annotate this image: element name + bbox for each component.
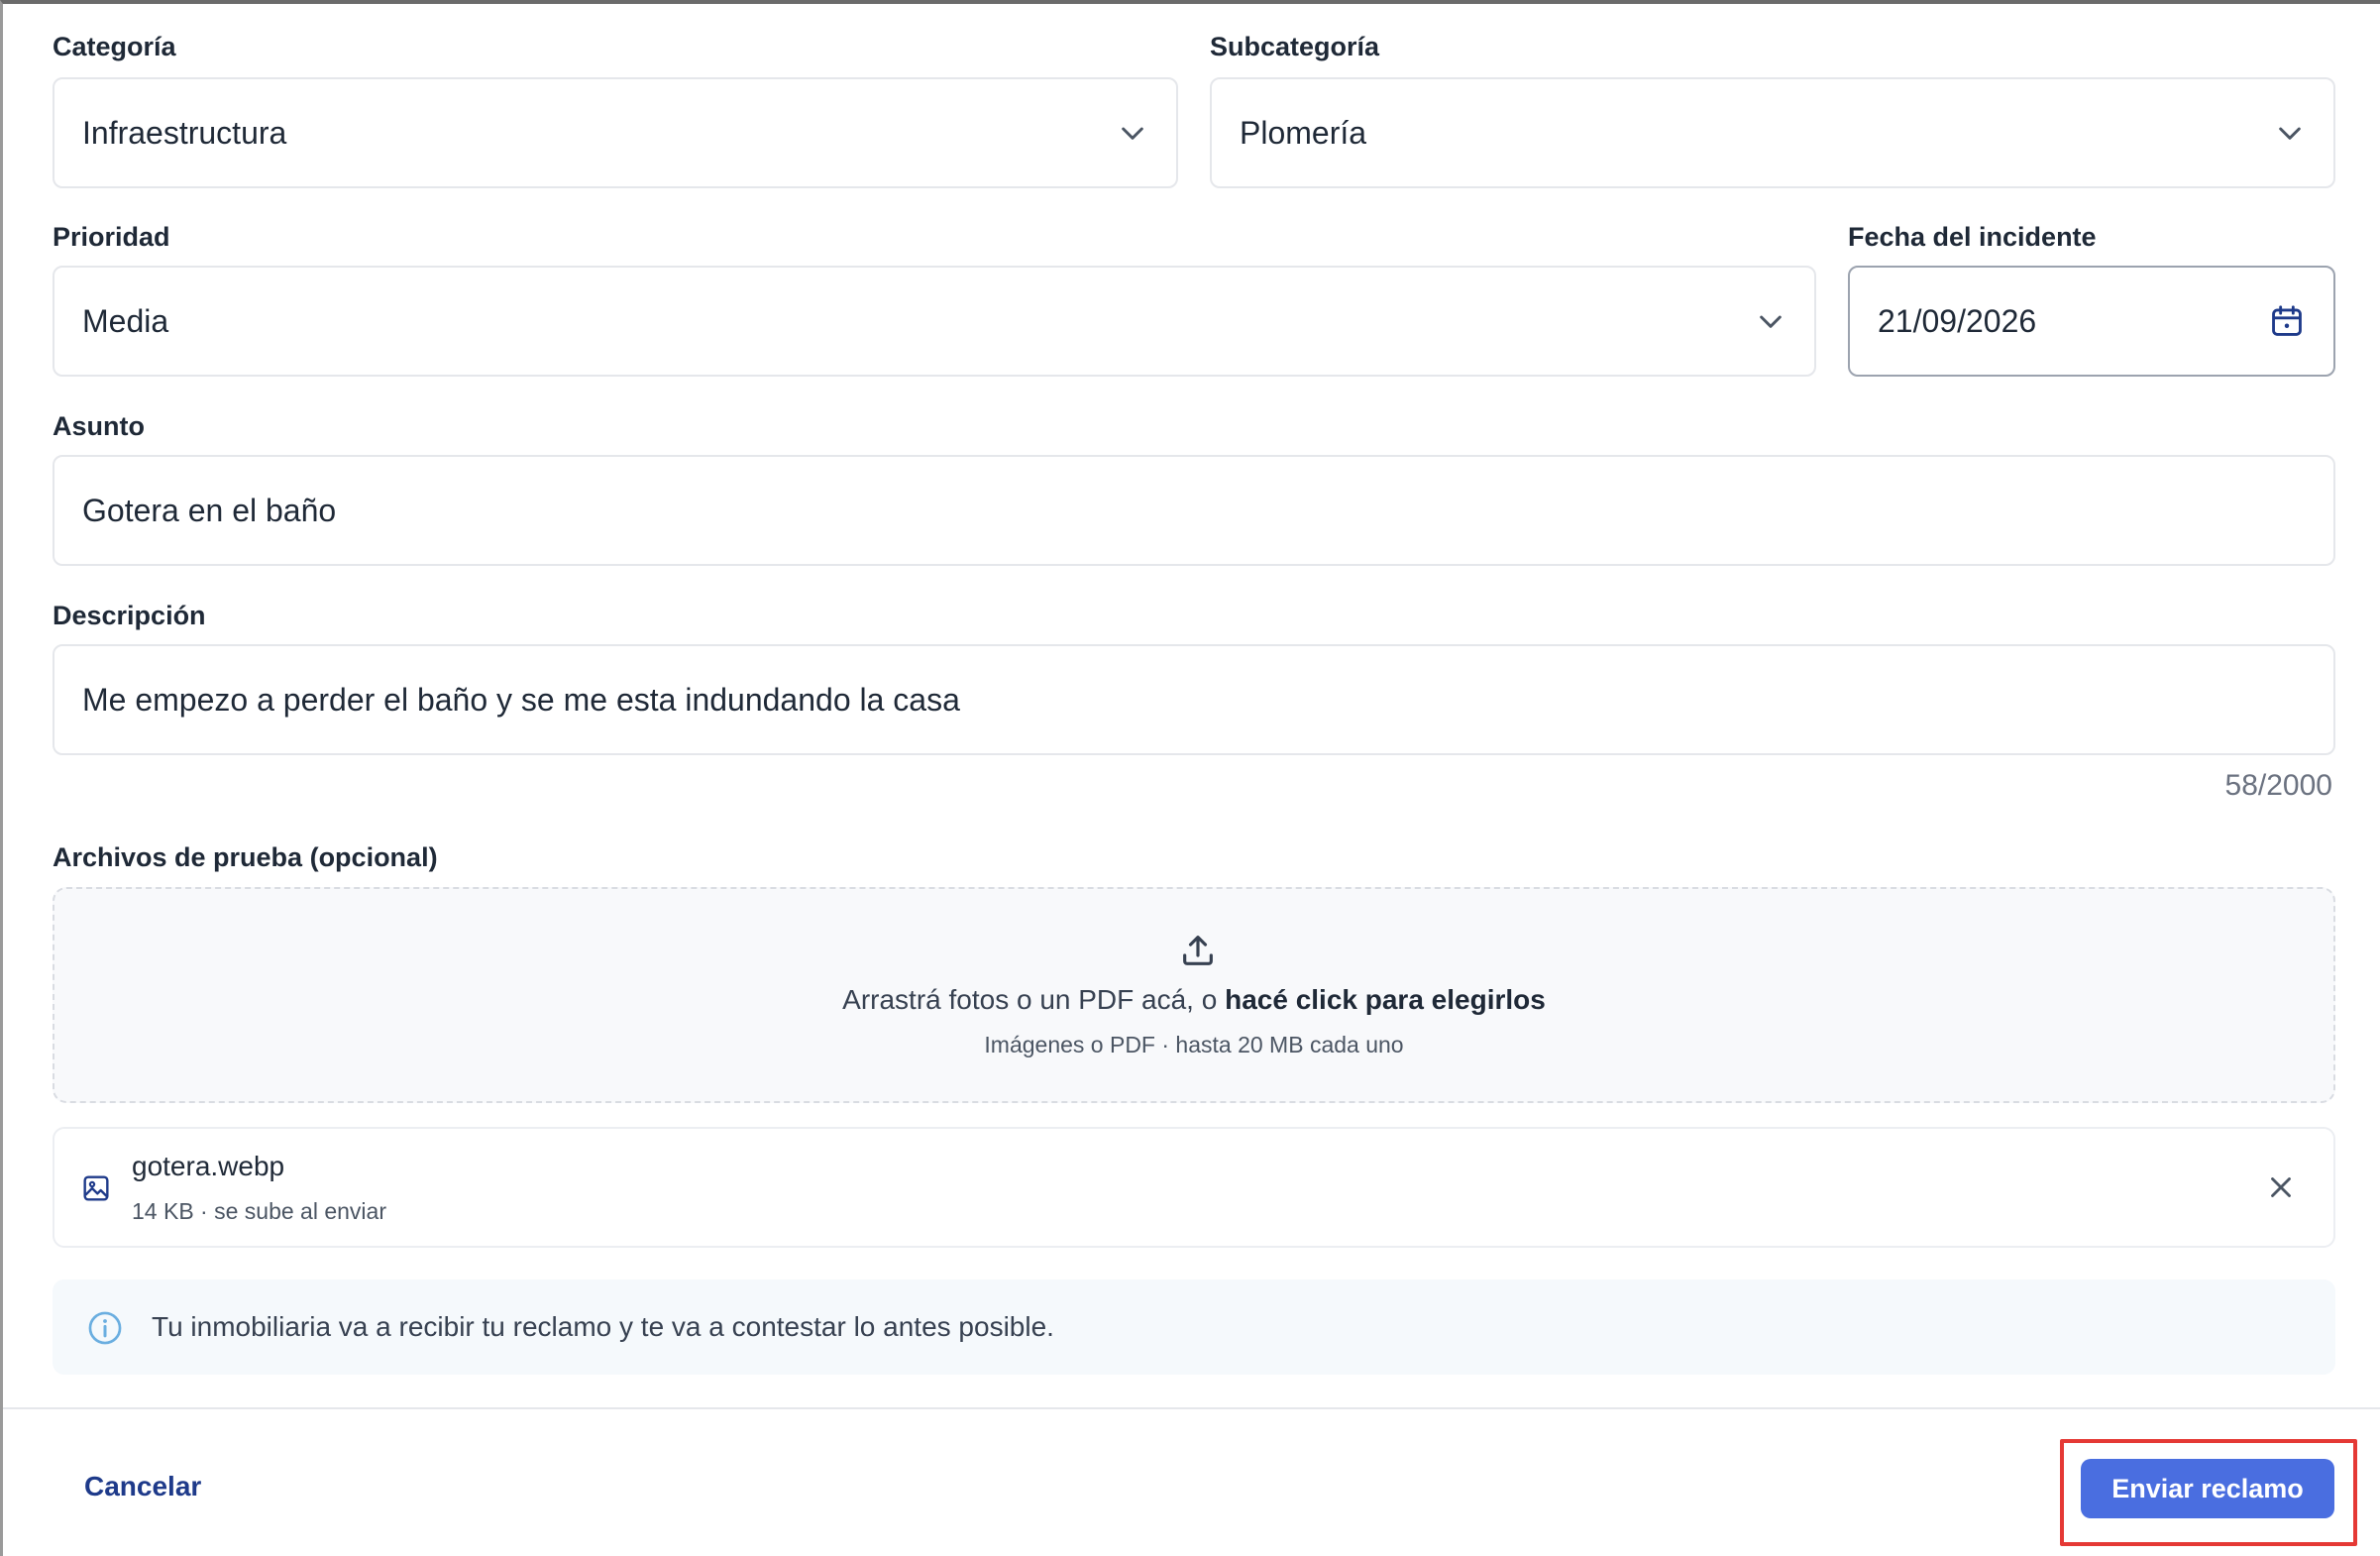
remove-file-icon[interactable]	[2264, 1170, 2298, 1209]
footer-divider	[3, 1407, 2380, 1409]
prioridad-value: Media	[82, 302, 169, 339]
prioridad-label: Prioridad	[53, 222, 170, 252]
dropzone-browse-link[interactable]: hacé click para elegirlos	[1225, 984, 1546, 1015]
categoria-select[interactable]: Infraestructura	[53, 77, 1178, 188]
dialog-frame: Categoría Infraestructura Subcategoría P…	[0, 0, 2380, 1556]
categoria-value: Infraestructura	[82, 114, 287, 151]
descripcion-value: Me empezo a perder el baño y se me esta …	[82, 681, 960, 718]
prioridad-select[interactable]: Media	[53, 266, 1816, 377]
archivos-label: Archivos de prueba (opcional)	[53, 842, 438, 872]
fecha-value: 21/09/2026	[1878, 302, 2037, 339]
chevron-down-icon	[2274, 117, 2306, 149]
character-counter: 58/2000	[2224, 769, 2332, 802]
asunto-value: Gotera en el baño	[82, 492, 337, 528]
fecha-label: Fecha del incidente	[1848, 222, 2097, 252]
file-dropzone[interactable]: Arrastrá fotos o un PDF acá, o hacé clic…	[53, 887, 2335, 1103]
attached-file-item: gotera.webp 14 KB · se sube al enviar	[53, 1127, 2335, 1248]
descripcion-textarea[interactable]: Me empezo a perder el baño y se me esta …	[53, 644, 2335, 755]
chevron-down-icon	[1117, 117, 1148, 149]
dropzone-text-prefix: Arrastrá fotos o un PDF acá, o	[842, 984, 1226, 1015]
dropzone-text: Arrastrá fotos o un PDF acá, o hacé clic…	[54, 984, 2333, 1016]
asunto-label: Asunto	[53, 411, 145, 441]
descripcion-label: Descripción	[53, 601, 206, 630]
cancel-button[interactable]: Cancelar	[84, 1471, 201, 1502]
asunto-input[interactable]: Gotera en el baño	[53, 455, 2335, 566]
file-name: gotera.webp	[132, 1151, 285, 1181]
chevron-down-icon	[1755, 305, 1786, 337]
upload-icon	[1178, 931, 1218, 975]
info-notice: Tu inmobiliaria va a recibir tu reclamo …	[53, 1279, 2335, 1375]
fecha-input[interactable]: 21/09/2026	[1848, 266, 2335, 377]
subcategoria-value: Plomería	[1240, 114, 1367, 151]
calendar-icon[interactable]	[2268, 302, 2306, 340]
subcategoria-select[interactable]: Plomería	[1210, 77, 2335, 188]
subcategoria-label: Subcategoría	[1210, 32, 1380, 61]
file-meta: 14 KB · se sube al enviar	[132, 1198, 386, 1224]
dropzone-hint: Imágenes o PDF · hasta 20 MB cada uno	[984, 1032, 1404, 1057]
notice-text: Tu inmobiliaria va a recibir tu reclamo …	[152, 1311, 1054, 1342]
image-file-icon	[80, 1172, 112, 1209]
submit-button[interactable]: Enviar reclamo	[2081, 1459, 2334, 1518]
info-icon	[86, 1309, 124, 1352]
categoria-label: Categoría	[53, 32, 176, 61]
